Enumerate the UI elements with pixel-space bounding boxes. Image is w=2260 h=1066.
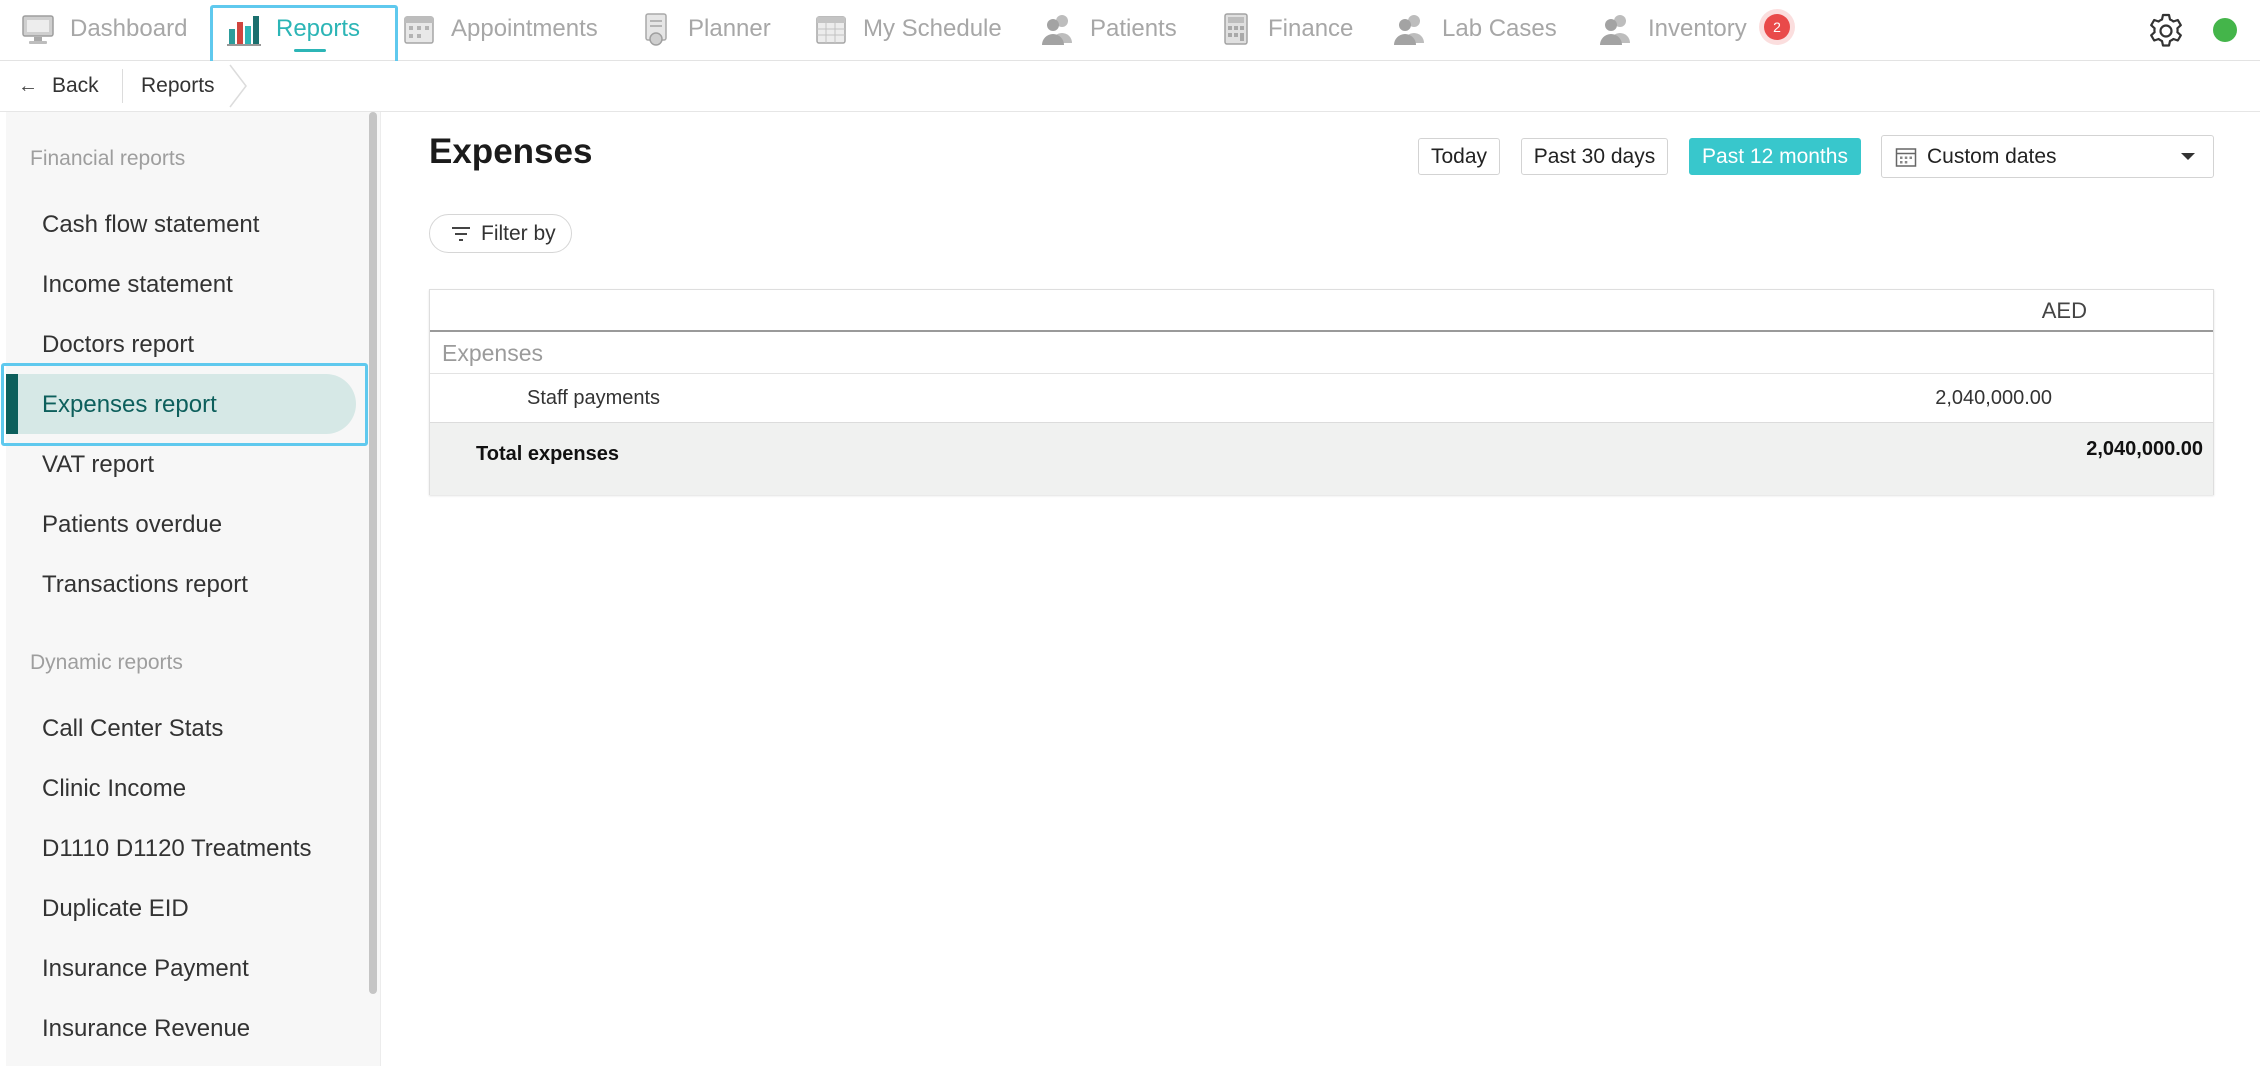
page-title: Expenses [429, 132, 593, 171]
active-item-indicator [6, 374, 18, 434]
sidebar-item-clinic-income[interactable]: Clinic Income [42, 775, 186, 803]
schedule-icon [816, 16, 846, 44]
monitor-icon [22, 15, 54, 44]
nav-label-planner: Planner [688, 15, 771, 42]
active-tab-underline [294, 49, 327, 52]
sidebar-item-insurance-payment[interactable]: Insurance Payment [42, 955, 249, 983]
row-label: Staff payments [527, 387, 661, 409]
bar-chart-icon [227, 16, 261, 46]
sidebar-item-patients-overdue[interactable]: Patients overdue [42, 511, 222, 539]
sidebar-item-vat-report[interactable]: VAT report [42, 451, 154, 479]
breadcrumb-separator [122, 69, 123, 103]
sidebar-divider [380, 112, 381, 1066]
table-total-row: Total expenses 2,040,000.00 [430, 423, 2213, 495]
back-button[interactable]: ← Back [18, 61, 99, 111]
top-navigation: Dashboard Reports Appointments Planner M… [0, 0, 2260, 61]
sidebar-item-d1110-d1120-treatments[interactable]: D1110 D1120 Treatments [42, 835, 311, 863]
nav-label-dashboard: Dashboard [70, 15, 188, 42]
sidebar-item-call-center-stats[interactable]: Call Center Stats [42, 715, 223, 743]
sidebar-item-doctors-report[interactable]: Doctors report [42, 331, 194, 359]
range-today-button[interactable]: Today [1418, 138, 1500, 175]
reports-sidebar: Financial reports Cash flow statement In… [6, 112, 380, 1066]
nav-label-inventory: Inventory [1648, 15, 1747, 42]
group-label: Expenses [442, 340, 544, 366]
calendar-icon [1895, 147, 1917, 167]
nav-label-appointments: Appointments [451, 15, 598, 42]
nav-dashboard[interactable]: Dashboard [20, 0, 187, 58]
gear-icon[interactable] [2147, 12, 2185, 50]
total-label: Total expenses [476, 443, 620, 465]
filter-by-label: Filter by [481, 221, 556, 245]
calendar-icon [404, 16, 434, 44]
nav-reports[interactable]: Reports [226, 0, 360, 58]
sidebar-item-duplicate-eid[interactable]: Duplicate EID [42, 895, 189, 923]
nav-my-schedule[interactable]: My Schedule [813, 0, 1002, 58]
dynamic-reports-heading: Dynamic reports [30, 651, 183, 674]
chevron-down-icon [2181, 153, 2195, 160]
filter-by-button[interactable]: Filter by [429, 214, 572, 253]
sidebar-item-insurance-revenue[interactable]: Insurance Revenue [42, 1015, 250, 1043]
nav-patients[interactable]: Patients [1040, 0, 1177, 58]
nav-label-lab-cases: Lab Cases [1442, 15, 1557, 42]
nav-finance[interactable]: Finance [1218, 0, 1353, 58]
sidebar-item-expenses-report[interactable]: Expenses report [42, 391, 217, 419]
users-icon [1042, 15, 1072, 45]
calculator-icon [1224, 13, 1248, 45]
back-label: Back [52, 74, 99, 97]
range-past-30-days-button[interactable]: Past 30 days [1521, 138, 1668, 175]
arrow-left-icon: ← [18, 74, 38, 97]
table-row: Staff payments 2,040,000.00 [430, 374, 2213, 423]
inventory-notification-badge[interactable]: 2 [1764, 14, 1790, 40]
custom-dates-select[interactable]: Custom dates [1881, 135, 2214, 178]
custom-dates-label: Custom dates [1927, 144, 2057, 168]
online-status-indicator [2213, 18, 2237, 42]
nav-label-my-schedule: My Schedule [863, 15, 1002, 42]
row-value: 2,040,000.00 [1935, 387, 2052, 409]
expenses-table: AED Expenses Staff payments 2,040,000.00… [429, 289, 2214, 495]
planner-icon [645, 13, 667, 46]
financial-reports-heading: Financial reports [30, 147, 186, 170]
nav-lab-cases[interactable]: Lab Cases [1392, 0, 1557, 58]
nav-label-patients: Patients [1090, 15, 1177, 42]
sidebar-scrollbar[interactable] [369, 112, 377, 994]
table-header: AED [430, 290, 2213, 332]
nav-appointments[interactable]: Appointments [401, 0, 598, 58]
breadcrumb-current[interactable]: Reports [141, 61, 215, 111]
users-icon [1600, 15, 1630, 45]
nav-planner[interactable]: Planner [638, 0, 771, 58]
sidebar-item-cash-flow[interactable]: Cash flow statement [42, 211, 259, 239]
nav-label-finance: Finance [1268, 15, 1354, 42]
sidebar-item-transactions-report[interactable]: Transactions report [42, 571, 248, 599]
total-value: 2,040,000.00 [2086, 438, 2203, 460]
sidebar-item-income-statement[interactable]: Income statement [42, 271, 233, 299]
nav-inventory[interactable]: Inventory [1598, 0, 1747, 58]
nav-label-reports: Reports [276, 15, 361, 42]
range-past-12-months-button[interactable]: Past 12 months [1689, 138, 1861, 175]
breadcrumb-chevron-icon [229, 64, 247, 108]
table-group-row: Expenses [430, 332, 2213, 374]
currency-column-header: AED [2041, 298, 2087, 323]
filter-icon [452, 226, 470, 241]
users-icon [1394, 15, 1424, 45]
breadcrumb: ← Back Reports [0, 61, 2260, 112]
